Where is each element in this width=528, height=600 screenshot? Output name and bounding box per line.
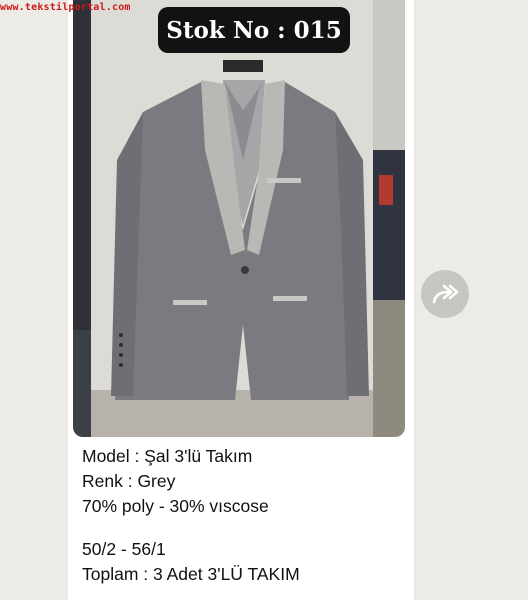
suit-illustration: [73, 0, 405, 437]
forward-arrow-icon: [432, 284, 459, 304]
stock-number-badge: Stok No : 015: [158, 7, 350, 53]
suit-photo[interactable]: [73, 0, 405, 437]
site-watermark: www.tekstilportal.com: [0, 2, 131, 13]
forward-button[interactable]: [421, 270, 469, 318]
caption-model: Model : Şal 3'lü Takım: [82, 446, 253, 466]
caption-sizes: 50/2 - 56/1: [82, 539, 166, 559]
caption-total: Toplam : 3 Adet 3'LÜ TAKIM: [82, 564, 300, 584]
caption-fabric: 70% poly - 30% vıscose: [82, 496, 269, 516]
message-caption: Model : Şal 3'lü Takım Renk : Grey 70% p…: [82, 444, 402, 587]
caption-color: Renk : Grey: [82, 471, 176, 491]
